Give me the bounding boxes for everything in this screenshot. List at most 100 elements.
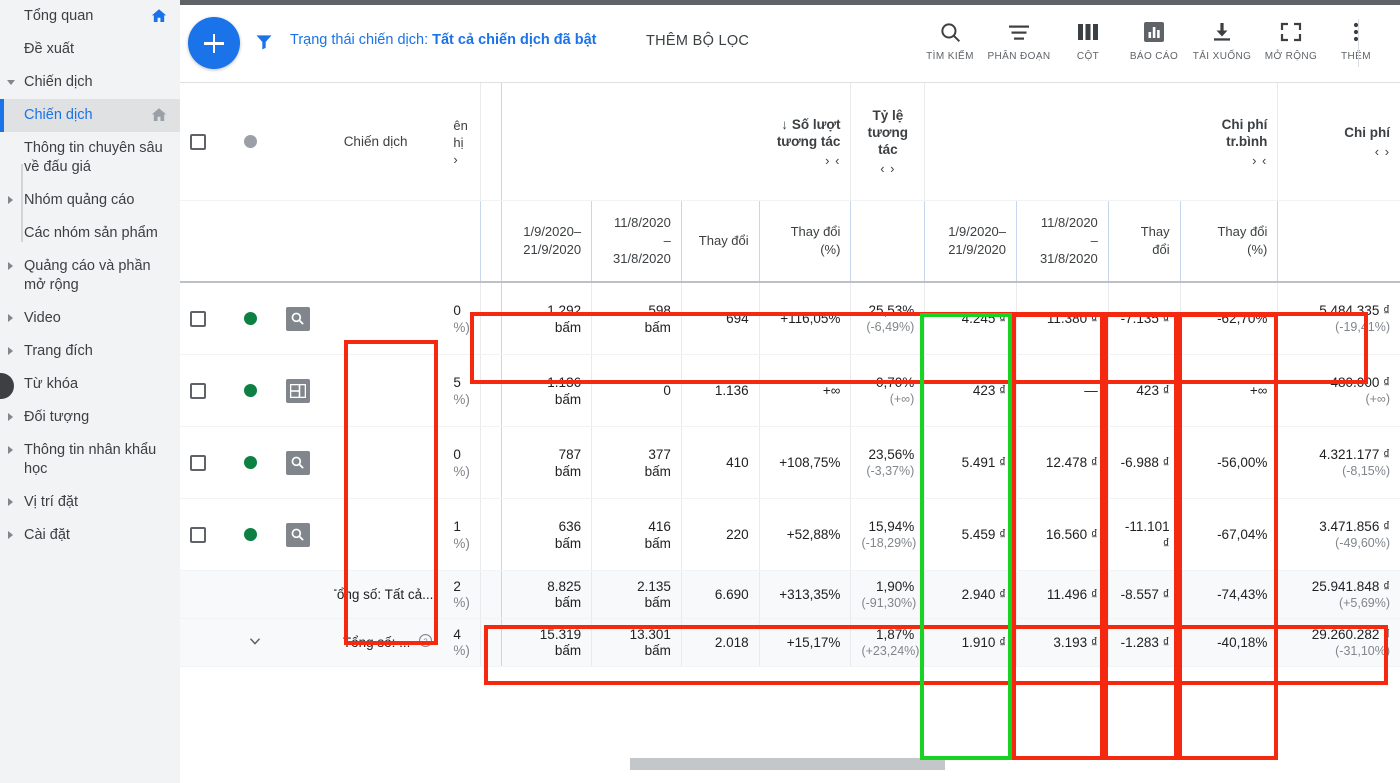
sidebar-item-label: Từ khóa (24, 376, 79, 392)
toolbar-report[interactable]: BÁO CÁO (1119, 17, 1189, 62)
avgcost-group-header[interactable]: Chi phí tr.bình › ‹ (1181, 83, 1279, 200)
chevron-right-icon[interactable] (8, 314, 13, 322)
engagements-change-pct: +108,75% (760, 427, 852, 498)
total-avgcost-period-b: 11.496 ₫ (1017, 571, 1109, 618)
chevron-right-icon[interactable] (8, 413, 13, 421)
sidebar-item-13[interactable]: Vị trí đặt (0, 486, 180, 519)
total-avgcost-period-a: 2.940 ₫ (925, 571, 1018, 618)
row-campaign-name[interactable] (334, 427, 444, 498)
sort-arrow-icon: ↓ (781, 116, 789, 132)
chevron-right-icon[interactable] (8, 196, 13, 204)
status-dot-enabled-icon (243, 528, 257, 541)
status-dot-enabled-icon (243, 456, 257, 469)
sidebar-item-10[interactable]: Từ khóa (0, 368, 180, 401)
toolbar-columns[interactable]: CỘT (1053, 17, 1123, 62)
select-all-checkbox[interactable] (190, 133, 206, 150)
campaign-name-header[interactable]: Chiến dịch (334, 83, 444, 200)
cost-group-arrows[interactable]: ‹ › (1288, 144, 1390, 159)
sidebar-item-11[interactable]: Đối tượng (0, 401, 180, 434)
row-checkbox[interactable] (190, 382, 206, 399)
add-campaign-button[interactable] (188, 17, 240, 69)
row-checkbox-cell (180, 283, 234, 354)
sidebar-item-6[interactable]: Các nhóm sản phẩm (0, 217, 180, 250)
filter-icon[interactable] (254, 32, 274, 55)
row-checkbox[interactable] (190, 454, 206, 471)
sidebar-item-14[interactable]: Cài đặt (0, 519, 180, 552)
toolbar-more[interactable]: THÊM (1321, 17, 1391, 62)
sidebar-item-4[interactable]: Thông tin chuyên sâu về đấu giá (0, 132, 180, 184)
svg-text:?: ? (424, 636, 428, 645)
toolbar-segment-label: PHÂN ĐOẠN (987, 51, 1051, 62)
sidebar-item-8[interactable]: Video (0, 302, 180, 335)
table-toolbar: Trạng thái chiến dịch: Tất cả chiến dịch… (180, 5, 1400, 83)
chevron-right-icon[interactable] (8, 347, 13, 355)
search-icon (285, 450, 310, 475)
toolbar-segment[interactable]: PHÂN ĐOẠN (984, 17, 1054, 62)
engagement-rate-arrows[interactable]: ‹ › (861, 161, 914, 176)
toolbar-divider (1358, 19, 1359, 67)
add-filter-button[interactable]: THÊM BỘ LỌC (646, 33, 749, 49)
row-status-cell (234, 355, 276, 426)
sidebar-item-2[interactable]: Chiến dịch (0, 66, 180, 99)
filter-chip-prefix: Trạng thái chiến dịch: (290, 32, 433, 48)
row-campaign-name[interactable] (334, 355, 444, 426)
avgcost-group-title: Chi phí tr.bình (1221, 116, 1268, 149)
engagements-group-arrows[interactable]: › ‹ (770, 153, 841, 168)
sidebar-item-9[interactable]: Trang đích (0, 335, 180, 368)
total-cost: 3.471.856 ₫ (-49,60%) (1319, 518, 1391, 550)
toolbar-search[interactable]: TÌM KIẾM (915, 17, 985, 62)
toolbar-report-label: BÁO CÁO (1129, 51, 1179, 62)
avgcost-group-pad-b (1017, 83, 1109, 200)
row-campaign-name[interactable] (334, 283, 444, 354)
sidebar-item-3[interactable]: Chiến dịch (0, 99, 180, 132)
row-impressions-truncated: 0%) (443, 283, 482, 354)
table-row[interactable]: 0%) 1.292 bấm 598 bấm 694 +116,05% 25,53% (-6,49… (180, 283, 1400, 355)
sidebar-item-label: Chiến dịch (24, 74, 93, 90)
toolbar-expand[interactable]: MỞ RỘNG (1256, 17, 1326, 62)
chevron-right-icon[interactable] (8, 262, 13, 270)
sidebar-item-7[interactable]: Quảng cáo và phần mở rộng (0, 250, 180, 302)
total-avgcost-change-pct: -74,43% (1181, 571, 1279, 618)
table-row[interactable]: 0%) 787 bấm 377 bấm 410 +108,75% 23,56% (-3,37%)… (180, 427, 1400, 499)
row-checkbox[interactable] (190, 526, 206, 543)
total-pad-typ (276, 619, 334, 666)
sub-pad-chk (180, 201, 234, 281)
fullscreen-icon (1256, 17, 1326, 47)
total-impressions-sub-partial: %) (453, 642, 470, 658)
campaign-name-header-label: Chiến dịch (343, 134, 408, 149)
chevron-right-icon[interactable] (8, 498, 13, 506)
campaign-status-filter-chip[interactable]: Trạng thái chiến dịch: Tất cả chiến dịch… (290, 32, 597, 48)
toolbar-download[interactable]: TẢI XUỐNG (1187, 17, 1257, 62)
sidebar-item-5[interactable]: Nhóm quảng cáo (0, 184, 180, 217)
chevron-right-icon[interactable] (8, 531, 13, 539)
table-total-row: Tổng số: ...? 4%) 15.319 bấm 13.301 bấm 2.018 +… (180, 619, 1400, 667)
select-all-checkbox-cell (180, 83, 234, 200)
row-checkbox[interactable] (190, 310, 206, 327)
engagement-rate-group-header[interactable]: Tỷ lệ tương tác ‹ › (851, 83, 926, 200)
table-total-row: Tổng số: Tất cả... 2%) 8.825 bấm 2.135 bấm 6.6… (180, 571, 1400, 619)
table-row[interactable]: 5%) 1.136 bấm 0 1.136 +∞ 0,70% (+∞) 423 ₫ —423 ₫ +… (180, 355, 1400, 427)
sidebar-item-0[interactable]: Tổng quan (0, 0, 180, 33)
row-impressions-truncated: 1%) (443, 499, 482, 570)
total-pad-chk (180, 619, 234, 666)
row-campaign-name[interactable] (334, 499, 444, 570)
sidebar-item-1[interactable]: Đề xuất (0, 33, 180, 66)
avgcost-group-arrows[interactable]: › ‹ (1191, 153, 1268, 168)
chevron-down-icon[interactable] (246, 632, 264, 654)
engagements-change-pct: +52,88% (760, 499, 852, 570)
total-expand-cell[interactable] (234, 619, 276, 666)
sidebar-item-12[interactable]: Thông tin nhân khẩu học (0, 434, 180, 486)
cost-group-header[interactable]: Chi phí ‹ › (1278, 83, 1400, 200)
avgcost-change: -11.101 ₫ (1109, 499, 1181, 570)
subheader-engagement-rate (851, 201, 926, 281)
chevron-down-icon[interactable] (7, 80, 15, 89)
engagements-change: 410 (682, 427, 760, 498)
subheader-engagements-period-a: 1/9/2020–21/9/2020 (502, 201, 593, 281)
chevron-right-icon[interactable] (8, 446, 13, 454)
horizontal-scrollbar-thumb[interactable] (630, 758, 945, 770)
help-icon[interactable]: ? (418, 633, 433, 652)
table-row[interactable]: 1%) 636 bấm 416 bấm 220 +52,88% 15,94% (-18,29%)… (180, 499, 1400, 571)
main-content: Trạng thái chiến dịch: Tất cả chiến dịch… (180, 5, 1400, 783)
engagements-group-header[interactable]: ↓ Số lượt tương tác › ‹ (760, 83, 852, 200)
sidebar-item-label: Chiến dịch (24, 107, 93, 123)
